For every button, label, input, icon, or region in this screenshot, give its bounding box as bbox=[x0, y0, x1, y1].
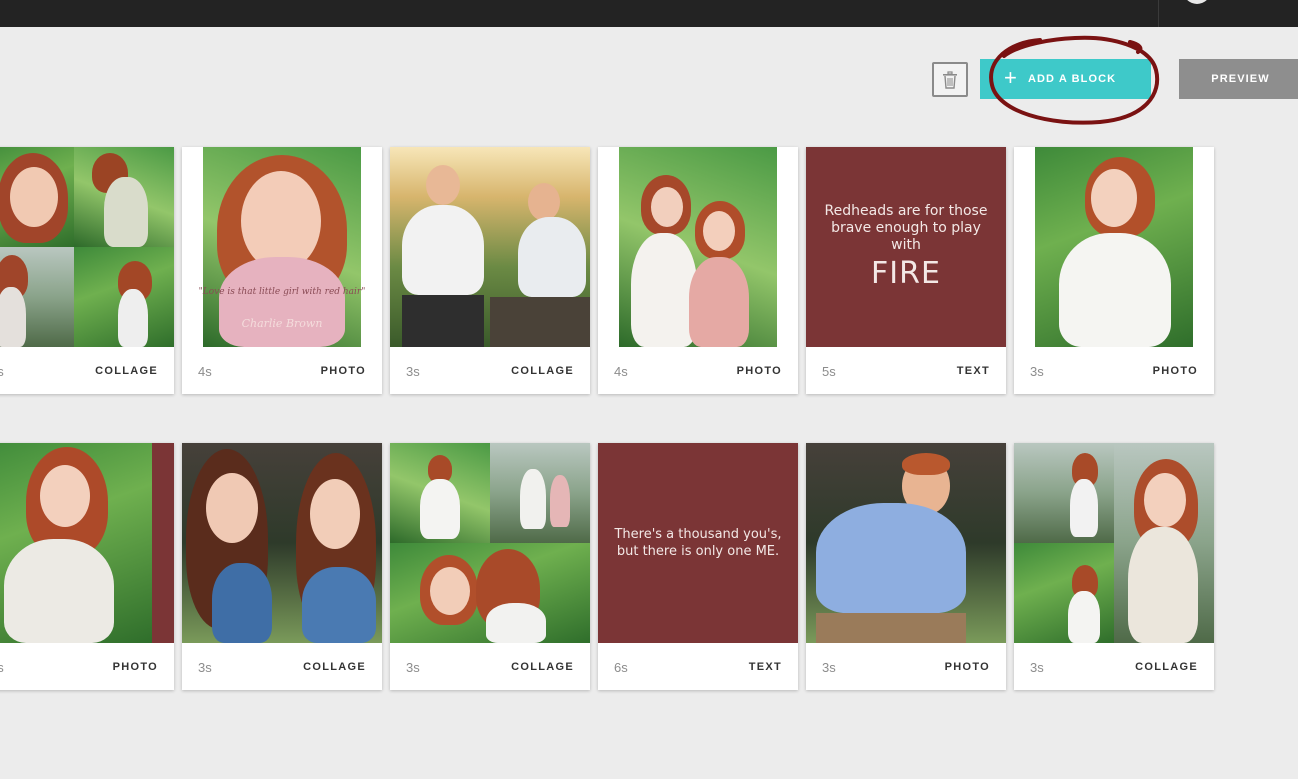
block-thumbnail bbox=[0, 147, 174, 347]
block-card[interactable]: 3s PHOTO bbox=[806, 443, 1006, 690]
delete-block-button[interactable] bbox=[932, 62, 968, 97]
text-line: with bbox=[891, 237, 921, 253]
block-duration: 3s bbox=[1030, 660, 1044, 675]
block-duration: 3s bbox=[0, 364, 4, 379]
block-duration: 3s bbox=[1030, 364, 1044, 379]
text-line: Redheads are for those bbox=[824, 203, 988, 219]
block-card[interactable]: 3s COLLAGE bbox=[1014, 443, 1214, 690]
block-thumbnail bbox=[1014, 443, 1214, 643]
block-type: COLLAGE bbox=[511, 365, 574, 377]
block-footer: 3s PHOTO bbox=[806, 643, 1006, 690]
preview-label: PREVIEW bbox=[1211, 73, 1270, 85]
block-footer: 3s COLLAGE bbox=[0, 347, 174, 394]
block-footer: 3s PHOTO bbox=[0, 643, 174, 690]
block-duration: 4s bbox=[198, 364, 212, 379]
block-thumbnail: There's a thousand you's, but there is o… bbox=[598, 443, 798, 643]
block-type: TEXT bbox=[956, 365, 990, 377]
block-footer: 3s COLLAGE bbox=[390, 643, 590, 690]
block-type: PHOTO bbox=[1152, 365, 1198, 377]
quote-text: "Love is that little girl with red hair" bbox=[198, 287, 366, 297]
block-card[interactable]: 3s PHOTO bbox=[0, 443, 174, 690]
block-card[interactable]: 3s PHOTO bbox=[1014, 147, 1214, 394]
block-type: PHOTO bbox=[736, 365, 782, 377]
block-thumbnail bbox=[806, 443, 1006, 643]
block-footer: 3s COLLAGE bbox=[182, 643, 382, 690]
block-type: COLLAGE bbox=[303, 661, 366, 673]
preview-button[interactable]: PREVIEW bbox=[1179, 59, 1298, 99]
block-card[interactable]: 3s COLLAGE bbox=[390, 443, 590, 690]
block-card[interactable]: 3s COLLAGE bbox=[182, 443, 382, 690]
block-thumbnail bbox=[182, 443, 382, 643]
block-type: COLLAGE bbox=[95, 365, 158, 377]
block-type: COLLAGE bbox=[1135, 661, 1198, 673]
text-line: but there is only one ME. bbox=[616, 544, 780, 559]
block-thumbnail: "Love is that little girl with red hair"… bbox=[182, 147, 382, 347]
add-block-button[interactable]: + ADD A BLOCK bbox=[980, 59, 1151, 99]
block-duration: 3s bbox=[822, 660, 836, 675]
block-card[interactable]: "Love is that little girl with red hair"… bbox=[182, 147, 382, 394]
block-footer: 5s TEXT bbox=[806, 347, 1006, 394]
block-card[interactable]: 3s COLLAGE bbox=[0, 147, 174, 394]
block-card[interactable]: Redheads are for those brave enough to p… bbox=[806, 147, 1006, 394]
block-type: PHOTO bbox=[320, 365, 366, 377]
block-duration: 3s bbox=[406, 660, 420, 675]
block-card[interactable]: 4s PHOTO bbox=[598, 147, 798, 394]
text-line: There's a thousand you's, bbox=[614, 527, 782, 542]
block-footer: 3s COLLAGE bbox=[390, 347, 590, 394]
block-type: PHOTO bbox=[944, 661, 990, 673]
block-card[interactable]: There's a thousand you's, but there is o… bbox=[598, 443, 798, 690]
block-type: PHOTO bbox=[112, 661, 158, 673]
text-block-preview: Redheads are for those brave enough to p… bbox=[806, 147, 1006, 347]
block-footer: 6s TEXT bbox=[598, 643, 798, 690]
text-block-preview: There's a thousand you's, but there is o… bbox=[598, 443, 798, 643]
block-footer: 3s COLLAGE bbox=[1014, 643, 1214, 690]
block-card[interactable]: 3s COLLAGE bbox=[390, 147, 590, 394]
user-avatar[interactable] bbox=[1183, 0, 1211, 4]
top-nav-bar bbox=[0, 0, 1298, 27]
block-footer: 4s PHOTO bbox=[598, 347, 798, 394]
block-footer: 3s PHOTO bbox=[1014, 347, 1214, 394]
block-thumbnail bbox=[1014, 147, 1214, 347]
text-emphasis: FIRE bbox=[871, 256, 941, 291]
block-thumbnail bbox=[0, 443, 174, 643]
text-line: brave enough to play bbox=[831, 220, 981, 236]
nav-divider bbox=[1158, 0, 1159, 27]
block-duration: 3s bbox=[0, 660, 4, 675]
block-thumbnail: Redheads are for those brave enough to p… bbox=[806, 147, 1006, 347]
block-duration: 3s bbox=[406, 364, 420, 379]
block-type: TEXT bbox=[748, 661, 782, 673]
block-footer: 4s PHOTO bbox=[182, 347, 382, 394]
block-duration: 3s bbox=[198, 660, 212, 675]
block-duration: 6s bbox=[614, 660, 628, 675]
block-duration: 4s bbox=[614, 364, 628, 379]
quote-signature: Charlie Brown bbox=[241, 317, 323, 330]
block-thumbnail bbox=[598, 147, 798, 347]
block-thumbnail bbox=[390, 147, 590, 347]
trash-icon bbox=[943, 70, 957, 89]
block-type: COLLAGE bbox=[511, 661, 574, 673]
block-duration: 5s bbox=[822, 364, 836, 379]
block-thumbnail bbox=[390, 443, 590, 643]
add-block-label: ADD A BLOCK bbox=[1027, 73, 1117, 85]
plus-icon: + bbox=[1004, 64, 1018, 90]
